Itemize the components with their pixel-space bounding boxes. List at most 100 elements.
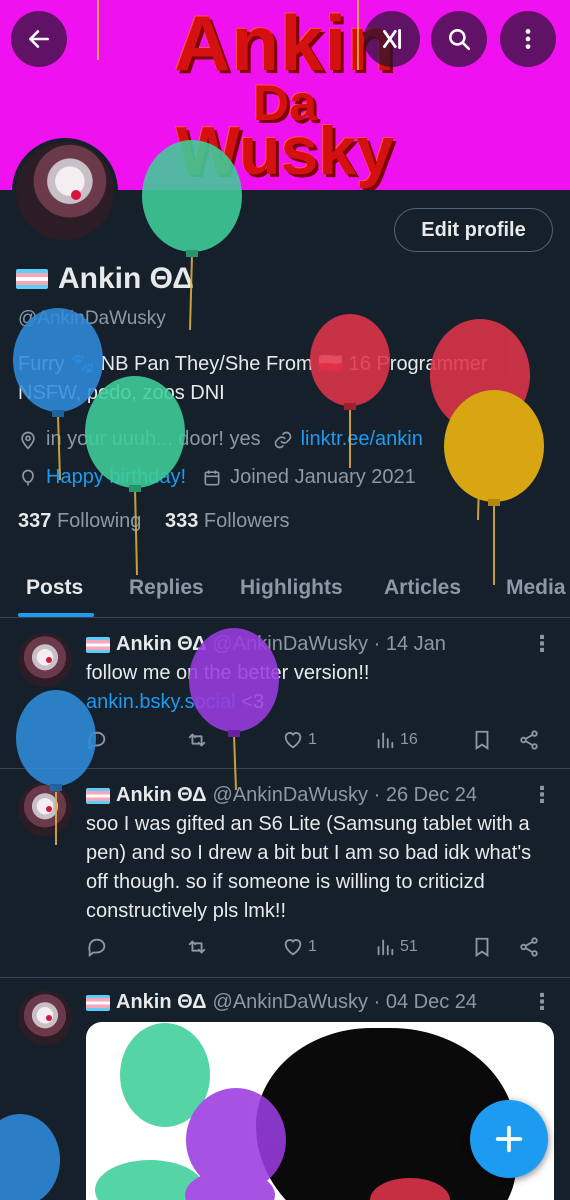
display-name: Ankin ΘΔ bbox=[16, 262, 194, 296]
post-text-tail: <3 bbox=[235, 691, 265, 713]
profile-handle: @AnkinDaWusky bbox=[18, 308, 166, 329]
post-actions: 1 51 bbox=[86, 936, 546, 964]
display-name-text: Ankin ΘΔ bbox=[58, 262, 194, 295]
like-button[interactable]: 1 bbox=[282, 936, 317, 958]
profile-location: in your uuuh... door! yes bbox=[46, 428, 261, 450]
profile-bio: Furry 🐾 NB Pan They/She From 🇵🇱 16 Progr… bbox=[18, 350, 558, 408]
post-handle-date: @AnkinDaWusky · 04 Dec 24 bbox=[212, 991, 477, 1013]
repost-button[interactable] bbox=[186, 936, 208, 958]
following-count: 337 bbox=[18, 510, 52, 532]
post-header: Ankin ΘΔ @AnkinDaWusky · 04 Dec 24 bbox=[86, 991, 477, 1014]
post-author-name[interactable]: Ankin ΘΔ bbox=[116, 991, 207, 1014]
reply-button[interactable] bbox=[86, 729, 108, 751]
reply-icon bbox=[88, 938, 106, 958]
balloon-icon bbox=[22, 469, 34, 485]
bookmark-button[interactable] bbox=[471, 936, 493, 958]
post-header: Ankin ΘΔ @AnkinDaWusky · 26 Dec 24 bbox=[86, 784, 477, 807]
post-avatar[interactable] bbox=[18, 782, 72, 836]
profile-avatar[interactable] bbox=[12, 138, 118, 244]
tab-posts[interactable]: Posts bbox=[26, 576, 83, 600]
heart-icon bbox=[284, 732, 302, 749]
reply-icon bbox=[88, 731, 106, 751]
reply-button[interactable] bbox=[86, 936, 108, 958]
follow-stats: 337 Following 333 Followers bbox=[18, 510, 290, 533]
arrow-left-icon bbox=[29, 30, 49, 48]
tab-articles[interactable]: Articles bbox=[384, 576, 461, 600]
repost-icon bbox=[188, 733, 206, 747]
post-more-icon[interactable]: ⋮ bbox=[530, 782, 554, 808]
post-text-line: ankin.bsky.social <3 bbox=[86, 688, 556, 717]
trans-flag-icon bbox=[16, 269, 48, 289]
tab-replies[interactable]: Replies bbox=[129, 576, 204, 600]
trans-flag-icon bbox=[86, 636, 110, 653]
followers-link[interactable]: 333 Followers bbox=[165, 510, 290, 532]
active-tab-indicator bbox=[18, 613, 94, 617]
edit-profile-button[interactable]: Edit profile bbox=[394, 208, 553, 252]
post-avatar[interactable] bbox=[18, 633, 72, 687]
more-vertical-icon bbox=[525, 29, 531, 49]
following-link[interactable]: 337 Following bbox=[18, 510, 141, 532]
post-text: follow me on the better version!! ankin.… bbox=[86, 659, 556, 717]
post-avatar[interactable] bbox=[18, 991, 72, 1045]
trans-flag-icon bbox=[86, 787, 110, 804]
birthday-text[interactable]: Happy birthday! bbox=[46, 466, 186, 489]
like-count: 1 bbox=[308, 731, 317, 748]
avatar-eye bbox=[46, 657, 52, 663]
profile-meta-row-1: in your uuuh... door! yes linktr.ee/anki… bbox=[18, 428, 423, 451]
avatar-eye bbox=[46, 1015, 52, 1021]
profile-meta-row-2: Happy birthday! Joined January 2021 bbox=[18, 466, 416, 489]
post-link[interactable]: ankin.bsky.social bbox=[86, 691, 236, 713]
views-icon bbox=[377, 939, 394, 956]
view-count: 16 bbox=[400, 731, 418, 748]
post-author-name[interactable]: Ankin ΘΔ bbox=[116, 784, 207, 807]
views-button[interactable]: 16 bbox=[374, 729, 418, 751]
repost-icon bbox=[188, 940, 206, 954]
calendar-icon bbox=[204, 470, 220, 485]
search-icon bbox=[449, 29, 471, 51]
share-icon bbox=[520, 937, 538, 957]
bookmark-icon bbox=[475, 937, 489, 957]
compose-post-button[interactable] bbox=[470, 1100, 548, 1178]
bookmark-button[interactable] bbox=[471, 729, 493, 751]
bio-line-2: NSFW, pedo, zoos DNI bbox=[18, 382, 225, 404]
location-pin-icon bbox=[21, 431, 35, 450]
post-actions: 1 16 bbox=[86, 729, 546, 757]
profile-website-link[interactable]: linktr.ee/ankin bbox=[301, 428, 423, 451]
post-text: soo I was gifted an S6 Lite (Samsung tab… bbox=[86, 813, 532, 922]
post-handle-date: @AnkinDaWusky · 26 Dec 24 bbox=[212, 784, 477, 806]
following-label: Following bbox=[56, 510, 142, 532]
views-button[interactable]: 51 bbox=[374, 936, 418, 958]
post-item[interactable]: Ankin ΘΔ @AnkinDaWusky · 26 Dec 24 ⋮ soo… bbox=[0, 770, 570, 978]
joined-date: Joined January 2021 bbox=[230, 466, 416, 488]
post-more-icon[interactable]: ⋮ bbox=[530, 989, 554, 1015]
more-options-button[interactable] bbox=[500, 11, 556, 67]
post-text-line: follow me on the better version!! bbox=[86, 662, 370, 684]
tab-highlights[interactable]: Highlights bbox=[240, 576, 343, 600]
back-button[interactable] bbox=[11, 11, 67, 67]
heart-icon bbox=[284, 939, 302, 956]
tab-media[interactable]: Media bbox=[506, 576, 566, 600]
followers-label: Followers bbox=[203, 510, 290, 532]
grok-button[interactable] bbox=[364, 11, 420, 67]
like-button[interactable]: 1 bbox=[282, 729, 317, 751]
bookmark-icon bbox=[475, 730, 489, 750]
post-author-name[interactable]: Ankin ΘΔ bbox=[116, 633, 207, 656]
grok-icon bbox=[383, 28, 401, 50]
avatar-eye bbox=[71, 190, 81, 200]
post-handle-date: @AnkinDaWusky · 14 Jan bbox=[212, 633, 446, 655]
bio-line-1: Furry 🐾 NB Pan They/She From 🇵🇱 16 Progr… bbox=[18, 353, 488, 375]
link-icon bbox=[274, 431, 291, 448]
view-count: 51 bbox=[400, 938, 418, 955]
like-count: 1 bbox=[308, 938, 317, 955]
trans-flag-icon bbox=[86, 994, 110, 1011]
repost-button[interactable] bbox=[186, 729, 208, 751]
share-button[interactable] bbox=[518, 729, 540, 751]
avatar-eye bbox=[46, 806, 52, 812]
post-more-icon[interactable]: ⋮ bbox=[530, 631, 554, 657]
search-button[interactable] bbox=[431, 11, 487, 67]
post-item[interactable]: Ankin ΘΔ @AnkinDaWusky · 14 Jan ⋮ follow… bbox=[0, 619, 570, 769]
drawing-silhouette bbox=[256, 1028, 516, 1200]
followers-count: 333 bbox=[164, 510, 199, 532]
share-button[interactable] bbox=[518, 936, 540, 958]
views-icon bbox=[377, 732, 394, 749]
